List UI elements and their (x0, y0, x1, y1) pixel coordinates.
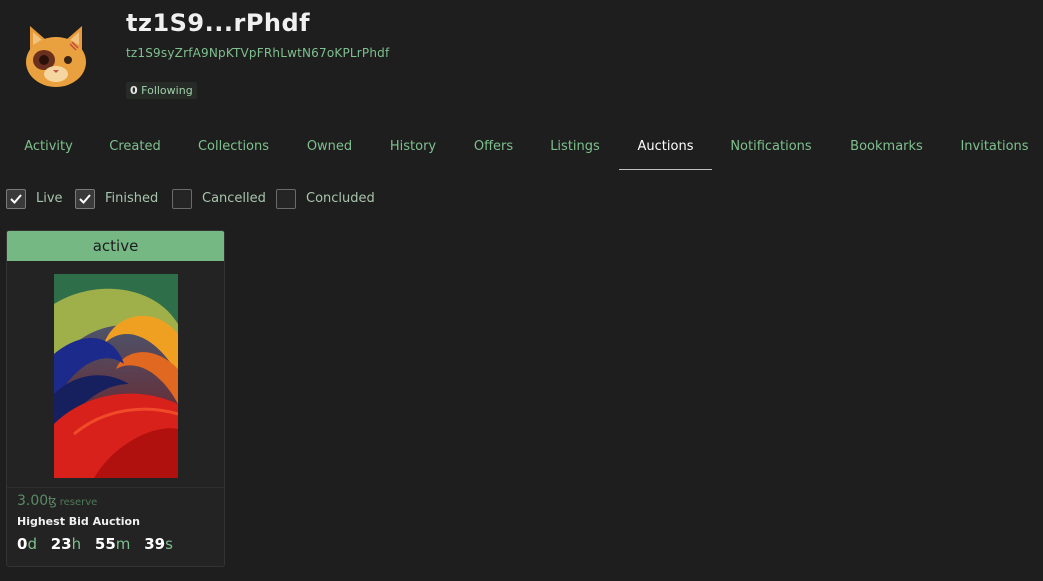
tab-created[interactable]: Created (96, 128, 174, 170)
tab-invitations[interactable]: Invitations (950, 128, 1039, 170)
artwork-image[interactable] (54, 274, 179, 478)
following-count-link[interactable]: 0 Following (126, 82, 197, 99)
tab-owned[interactable]: Owned (293, 128, 366, 170)
countdown-seconds-unit: s (165, 535, 173, 553)
filter-concluded-label: Concluded (306, 191, 375, 206)
countdown-hours: 23 (50, 535, 72, 553)
profile-tabs: Activity Created Collections Owned Histo… (0, 128, 1043, 172)
auction-card[interactable]: active 3.00ꜩreserve Highest Bid Auction (6, 230, 225, 567)
tab-offers[interactable]: Offers (460, 128, 527, 170)
auction-type: Highest Bid Auction (17, 515, 140, 528)
checkmark-icon (10, 194, 22, 204)
countdown-days: 0 (17, 535, 28, 553)
filter-live-checkbox[interactable] (6, 189, 26, 209)
tab-listings[interactable]: Listings (536, 128, 614, 170)
price-note: reserve (59, 497, 98, 508)
price-value: 3.00 (17, 493, 49, 509)
tab-history[interactable]: History (375, 128, 451, 170)
countdown-days-unit: d (27, 535, 37, 553)
tab-collections[interactable]: Collections (183, 128, 284, 170)
profile-full-address[interactable]: tz1S9syZrfA9NpKTVpFRhLwtN67oKPLrPhdf (126, 46, 389, 60)
tab-notifications[interactable]: Notifications (721, 128, 821, 170)
filter-live[interactable]: Live (6, 189, 66, 211)
countdown-minutes-unit: m (115, 535, 131, 553)
filter-finished-checkbox[interactable] (75, 189, 95, 209)
countdown-timer: 0d 23h 55m 39s (17, 535, 182, 553)
filter-cancelled-checkbox[interactable] (172, 189, 192, 209)
card-divider (7, 487, 224, 488)
following-label: Following (141, 84, 193, 97)
tab-bookmarks[interactable]: Bookmarks (838, 128, 935, 170)
reserve-price: 3.00ꜩ reserve (17, 493, 97, 509)
filter-concluded-checkbox[interactable] (276, 189, 296, 209)
filter-cancelled[interactable]: Cancelled (172, 189, 272, 211)
profile-short-address: tz1S9...rPhdf (126, 9, 311, 37)
tab-activity[interactable]: Activity (10, 128, 87, 170)
tezos-icon: ꜩ (48, 494, 57, 508)
tab-auctions[interactable]: Auctions (619, 128, 712, 170)
filter-concluded[interactable]: Concluded (276, 189, 386, 211)
countdown-minutes: 55 (94, 535, 116, 553)
filter-live-label: Live (36, 191, 63, 206)
countdown-hours-unit: h (71, 535, 82, 553)
filter-cancelled-label: Cancelled (202, 191, 266, 206)
cat-avatar-icon[interactable] (20, 20, 92, 92)
checkmark-icon (79, 194, 91, 204)
countdown-seconds: 39 (144, 535, 166, 553)
filter-finished-label: Finished (105, 191, 159, 206)
filter-finished[interactable]: Finished (75, 189, 165, 211)
following-count: 0 (130, 84, 138, 97)
auction-status-badge: active (7, 231, 224, 261)
